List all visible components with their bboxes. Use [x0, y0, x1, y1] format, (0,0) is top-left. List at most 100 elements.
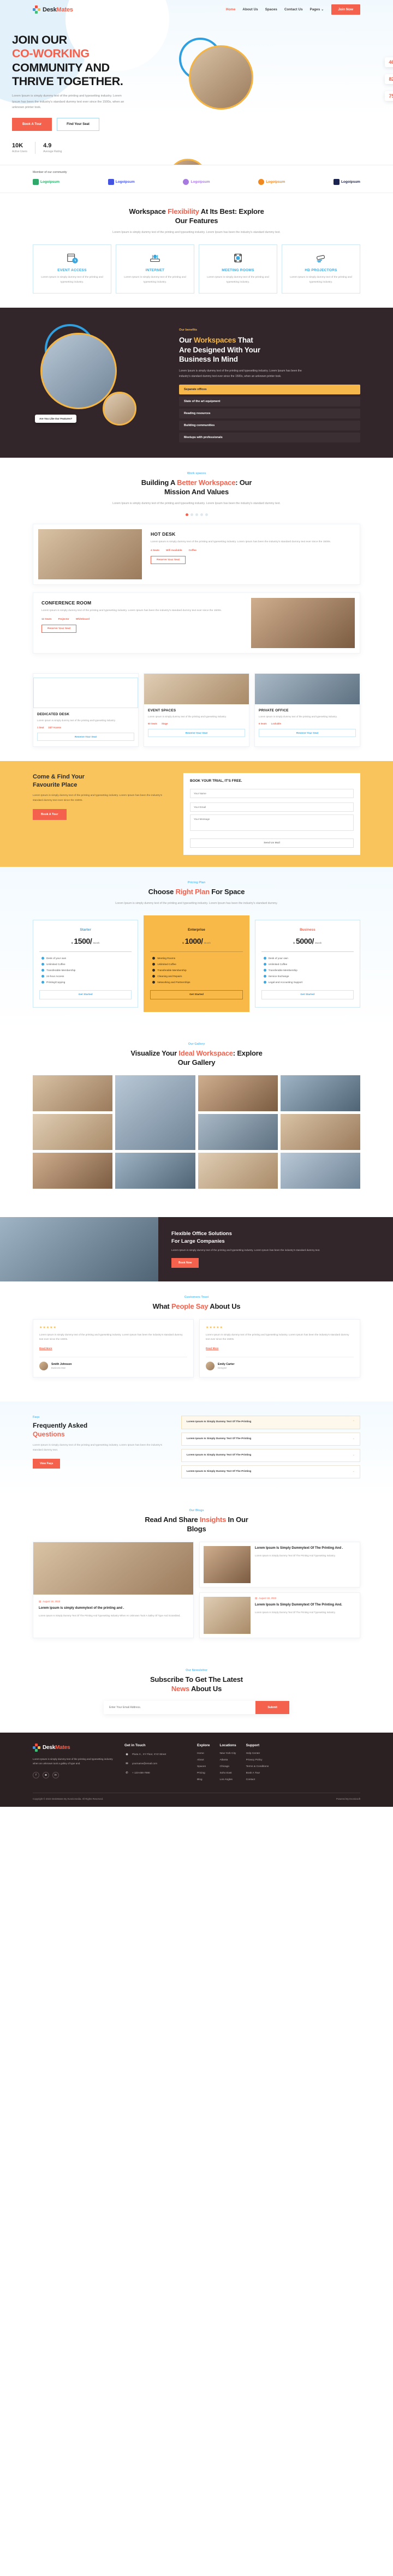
benefits-floating-card: Are You Like Our Features?: [35, 414, 77, 423]
facebook-icon[interactable]: f: [33, 1772, 39, 1779]
features-subtitle: Lorem Ipsum is simply dummy text of the …: [112, 231, 281, 235]
gallery-image[interactable]: [198, 1152, 278, 1189]
footer-location-soho-east[interactable]: Soho East: [219, 1772, 236, 1775]
newsletter-email-input[interactable]: [104, 1700, 256, 1714]
view-faqs-button[interactable]: View Faqs: [33, 1458, 61, 1469]
benefit-item[interactable]: Separate offices: [179, 385, 360, 395]
read-more-link[interactable]: Read More: [206, 1347, 219, 1350]
hero-photo-main: [189, 45, 253, 110]
find-your-seat-button[interactable]: Find Your Seat: [57, 118, 99, 131]
email-input[interactable]: [190, 802, 354, 812]
reserve-seat-button[interactable]: Reserve Your Seat: [259, 729, 356, 738]
footer-link-privacy-policy[interactable]: Privacy Policy: [246, 1759, 269, 1762]
get-started-button[interactable]: Get Started: [261, 990, 354, 999]
blog-section: Our Blogs Read And Share Insights In Our…: [0, 1495, 393, 1652]
footer-logo[interactable]: DeskMates: [33, 1743, 115, 1752]
chevron-down-icon: ⌄: [352, 1469, 355, 1473]
faq-item[interactable]: Lorem Ipsum Is Simply Dummy Text Of The …: [181, 1416, 360, 1429]
partner-logo: Logoipsum: [333, 179, 360, 185]
faq-item[interactable]: Lorem Ipsum Is Simply Dummy Text Of The …: [181, 1448, 360, 1462]
footer-link-about[interactable]: About: [197, 1759, 210, 1762]
gallery-image[interactable]: [115, 1075, 195, 1150]
reserve-seat-button[interactable]: Reserve Your Seat: [37, 733, 134, 741]
instagram-icon[interactable]: ◙: [43, 1772, 49, 1779]
linkedin-icon[interactable]: in: [52, 1772, 59, 1779]
gallery-image[interactable]: [198, 1113, 278, 1150]
footer-email[interactable]: yourname@email.com: [132, 1762, 157, 1766]
nav-item-home[interactable]: Home: [226, 8, 236, 11]
space-card-title: EVENT SPACES: [148, 708, 176, 712]
footer-link-book-a-tour[interactable]: Book A Tour: [246, 1772, 269, 1775]
footer-location-nyc[interactable]: New York City: [219, 1752, 236, 1755]
site-header: DeskMates Home About Us Spaces Contact U…: [0, 0, 393, 18]
blog-image: [33, 1542, 193, 1595]
footer-link-spaces[interactable]: Spaces: [197, 1765, 210, 1768]
name-input[interactable]: [190, 789, 354, 799]
faq-item[interactable]: Lorem Ipsum Is Simply Dummy Text Of The …: [181, 1465, 360, 1478]
footer-link-home[interactable]: Home: [197, 1752, 210, 1755]
gallery-image[interactable]: [280, 1075, 360, 1111]
footer-link-help-center[interactable]: Help Center: [246, 1752, 269, 1755]
feature-card-event-access[interactable]: EVENT ACCESS Lorem Ipsum is simply dummy…: [33, 244, 111, 293]
benefits-title: Our Workspaces That Are Designed With Yo…: [179, 336, 260, 364]
benefit-item[interactable]: State of the art equipment: [179, 397, 360, 407]
gallery-image[interactable]: [33, 1113, 113, 1150]
gallery-image[interactable]: [198, 1075, 278, 1111]
reserve-seat-button[interactable]: Reserve Your Seat: [151, 556, 186, 565]
blog-card-featured[interactable]: ▤ August 18, 2023 Lorem ipsum is simply d…: [33, 1541, 194, 1638]
footer-address: Plaza X , XY Floor, XYZ Street: [132, 1752, 166, 1756]
nav-item-spaces[interactable]: Spaces: [265, 8, 277, 11]
faq-title: Frequently Asked Questions: [33, 1422, 88, 1439]
partner-logo: Logoipsum: [108, 179, 135, 185]
feature-card-hd-projectors[interactable]: HD PROJECTORS Lorem Ipsum is simply dumm…: [282, 244, 360, 293]
nav-item-pages[interactable]: Pages ⌄: [310, 8, 324, 11]
get-started-button[interactable]: Get Started: [150, 990, 243, 999]
mission-pagination-dots[interactable]: [33, 513, 360, 516]
gallery-image[interactable]: [280, 1113, 360, 1150]
footer-location-chicago[interactable]: Chicago: [219, 1765, 236, 1768]
newsletter-submit-button[interactable]: Submit: [255, 1700, 289, 1714]
footer-link-terms[interactable]: Terms & Conditions: [246, 1765, 269, 1768]
gallery-image[interactable]: [33, 1075, 113, 1111]
get-started-button[interactable]: Get Started: [39, 990, 132, 999]
nav-item-about[interactable]: About Us: [242, 8, 258, 11]
blog-card[interactable]: ▤ August 18, 2023 Lorem Ipsum Is Simply D…: [199, 1592, 360, 1638]
nav-item-contact[interactable]: Contact Us: [284, 8, 303, 11]
plan-name: Enterprise: [188, 927, 205, 932]
cta-book-tour-button[interactable]: Book A Tour: [33, 809, 67, 820]
footer-phone[interactable]: + 123-456-7890: [132, 1771, 150, 1775]
feature-card-meeting-rooms[interactable]: MEETING ROOMS Lorem Ipsum is simply dumm…: [199, 244, 277, 293]
gallery-image[interactable]: [115, 1152, 195, 1189]
benefit-item[interactable]: Reading resources: [179, 409, 360, 419]
reserve-seat-button[interactable]: Reserve Your Seat: [148, 729, 245, 738]
join-now-button[interactable]: Join Now: [331, 4, 360, 15]
footer-location-atlanta[interactable]: Atlanta: [219, 1759, 236, 1762]
blog-excerpt: Lorem Ipsum Is Simply Dummy Text Of The …: [255, 1554, 336, 1557]
partner-logo: Logoipsum: [258, 179, 285, 185]
footer-link-pricing[interactable]: Pricing: [197, 1772, 210, 1775]
benefit-item[interactable]: Meetups with professionals: [179, 433, 360, 443]
plan-name: Starter: [80, 927, 91, 932]
gallery-image[interactable]: [33, 1152, 113, 1189]
footer-link-contact[interactable]: Contact: [246, 1778, 269, 1781]
footer-link-blog[interactable]: Blog: [197, 1778, 210, 1781]
feature-card-internet[interactable]: INTERNET Lorem Ipsum is simply dummy tex…: [116, 244, 194, 293]
benefit-item[interactable]: Building communities: [179, 421, 360, 431]
book-a-tour-button[interactable]: Book A Tour: [12, 118, 52, 131]
pricing-section: Pricing Plan Choose Right Plan For Space…: [0, 867, 393, 1028]
stat-label: Average Rating: [43, 150, 62, 154]
read-more-link[interactable]: Read More: [39, 1347, 52, 1350]
footer-location-los-angles[interactable]: Los Angles: [219, 1778, 236, 1781]
blog-date: ▤ August 18, 2023: [255, 1596, 277, 1600]
banner-book-now-button[interactable]: Book Now: [171, 1257, 199, 1268]
faq-item[interactable]: Lorem Ipsum Is Simply Dummy Text Of The …: [181, 1432, 360, 1446]
pricing-subtitle: Lorem Ipsum is simply dummy text of the …: [115, 901, 278, 905]
gallery-image[interactable]: [280, 1152, 360, 1189]
blog-card[interactable]: Lorem Ipsum Is Simply Dummytext Of The P…: [199, 1541, 360, 1587]
message-input[interactable]: [190, 814, 354, 831]
logo-hex-icon: [33, 5, 40, 14]
blog-title: Read And Share Insights In Our Blogs: [145, 1515, 248, 1533]
reserve-seat-button[interactable]: Reserve Your Seat: [41, 625, 76, 633]
brand-logo[interactable]: DeskMates: [33, 5, 73, 14]
send-mail-button[interactable]: Send Us Mail: [190, 838, 354, 848]
